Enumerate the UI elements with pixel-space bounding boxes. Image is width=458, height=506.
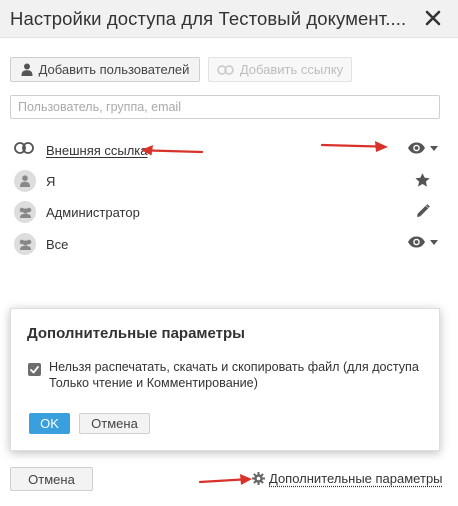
link-icon	[216, 64, 234, 75]
chevron-down-icon	[430, 145, 438, 151]
access-row-everyone: Все	[0, 230, 458, 260]
checkbox-label: Нельзя распечатать, скачать и скопироват…	[49, 360, 419, 390]
annotation-arrow	[140, 144, 204, 158]
restrict-download-checkbox[interactable]	[28, 363, 41, 376]
search-input[interactable]	[10, 95, 440, 119]
chevron-down-icon	[430, 239, 438, 245]
access-row-label: Я	[46, 174, 56, 189]
add-users-button[interactable]: Добавить пользователей	[10, 57, 200, 82]
access-row-label: Все	[46, 237, 69, 252]
annotation-arrow	[320, 139, 390, 153]
add-link-label: Добавить ссылку	[239, 62, 344, 77]
dialog-title: Настройки доступа для Тестовый документ.…	[10, 8, 407, 29]
user-icon	[21, 63, 33, 76]
user-icon	[14, 170, 36, 192]
gear-icon	[252, 472, 265, 485]
cancel-label: Отмена	[28, 471, 75, 487]
pencil-icon[interactable]	[416, 204, 430, 218]
close-icon[interactable]	[422, 7, 444, 29]
eye-icon	[407, 142, 426, 154]
add-link-button[interactable]: Добавить ссылку	[208, 57, 352, 82]
add-users-label: Добавить пользователей	[38, 62, 190, 77]
access-row-label: Администратор	[46, 205, 140, 220]
annotation-arrow	[198, 473, 254, 487]
access-row-admin: Администратор	[0, 198, 458, 228]
link-icon	[14, 142, 34, 154]
access-level-dropdown[interactable]	[407, 142, 438, 154]
access-row-label[interactable]: Внешняя ссылка	[46, 143, 148, 158]
access-level-dropdown[interactable]	[407, 236, 438, 248]
users-icon	[14, 233, 36, 255]
dialog-header: Настройки доступа для Тестовый документ.…	[0, 0, 458, 38]
eye-icon	[407, 236, 426, 248]
star-icon	[415, 173, 430, 187]
users-icon	[14, 201, 36, 223]
ok-button[interactable]: OK	[29, 413, 70, 434]
cancel-button[interactable]: Отмена	[10, 467, 93, 491]
advanced-settings-panel: Дополнительные параметры Нельзя распечат…	[10, 308, 440, 451]
advanced-link-label: Дополнительные параметры	[269, 471, 443, 486]
panel-title: Дополнительные параметры	[27, 325, 245, 342]
access-row-me: Я	[0, 167, 458, 197]
advanced-settings-link[interactable]: Дополнительные параметры	[252, 471, 443, 486]
panel-cancel-button[interactable]: Отмена	[79, 413, 150, 434]
